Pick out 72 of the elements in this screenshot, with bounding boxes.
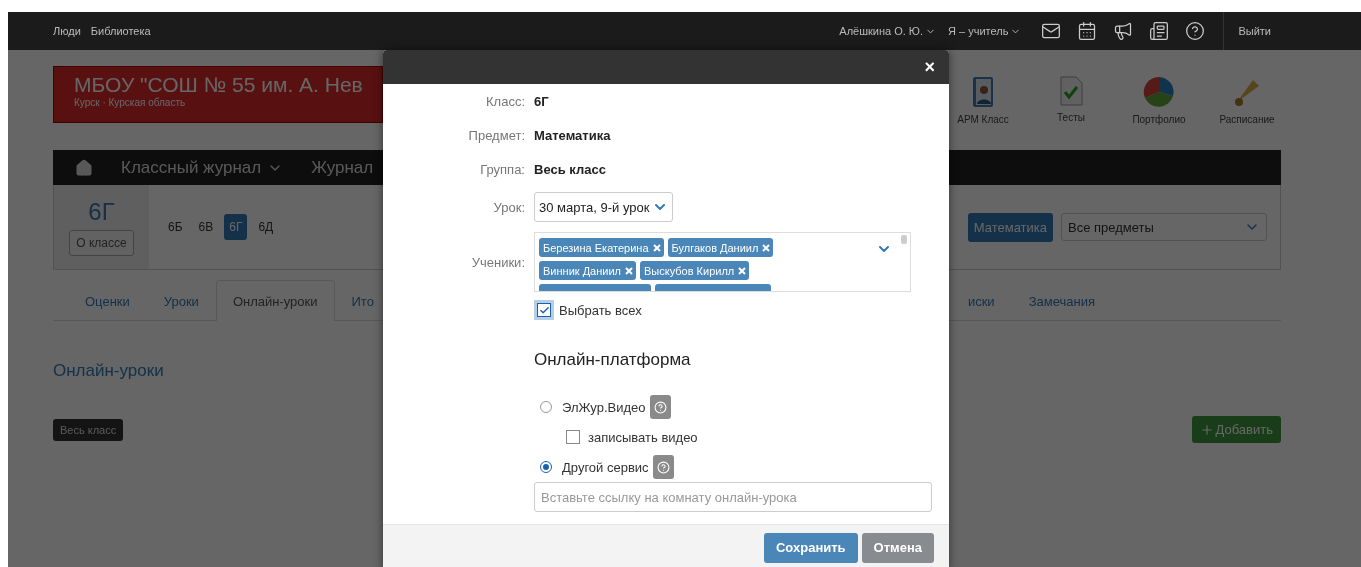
platform-radio[interactable]: Другой сервис: [540, 452, 949, 482]
lesson-select[interactable]: 30 марта, 9-й урок: [534, 192, 674, 222]
pie-chart-icon: [1143, 75, 1175, 108]
platform-radio[interactable]: ЭлЖур.Видео: [540, 392, 949, 422]
app-link[interactable]: Расписание: [1203, 75, 1291, 125]
mail-icon[interactable]: [1041, 21, 1062, 41]
class-button[interactable]: 6Д: [253, 214, 279, 240]
check-icon: [538, 304, 550, 316]
newspaper-icon[interactable]: [1149, 21, 1170, 41]
calendar-icon[interactable]: [1077, 21, 1098, 41]
question-icon: [656, 460, 670, 474]
room-link-field[interactable]: Вставьте ссылку на комнату онлайн-урока: [534, 482, 932, 512]
field-value: 6Г: [534, 93, 549, 109]
nav-link[interactable]: Библиотека: [90, 25, 151, 37]
tab[interactable]: иски: [950, 280, 1012, 321]
class-button[interactable]: 6Б: [163, 214, 188, 240]
select-all-checkbox[interactable]: Выбрать всех: [534, 296, 642, 324]
tab[interactable]: Онлайн-уроки: [215, 280, 335, 321]
help-icon[interactable]: [1185, 21, 1206, 41]
field-label: Урок:: [492, 198, 525, 217]
question-icon: [653, 400, 667, 414]
student-tag: Березина Екатерина: [539, 238, 664, 257]
field-label: Группа:: [479, 160, 525, 179]
breadcrumb-item[interactable]: Журнал: [311, 157, 374, 178]
subject-button[interactable]: Математика: [967, 212, 1053, 242]
user-menu[interactable]: Алёшкина О. Ю.: [839, 25, 937, 37]
save-button[interactable]: Сохранить: [763, 532, 858, 563]
remove-icon[interactable]: [625, 266, 633, 275]
home-icon[interactable]: [75, 158, 93, 177]
tab[interactable]: Уроки: [146, 280, 216, 321]
tab[interactable]: Замечания: [1011, 280, 1112, 321]
field-value: Весь класс: [534, 161, 606, 177]
plus-icon: [1199, 422, 1214, 437]
field-value: Математика: [534, 127, 611, 143]
close-button[interactable]: ×: [920, 56, 939, 78]
student-tag: Выскубов Кирилл: [640, 261, 750, 280]
nav-link[interactable]: Люди: [53, 25, 81, 37]
help-button[interactable]: [649, 395, 671, 419]
subject-select[interactable]: Все предметы: [1061, 213, 1267, 241]
class-button[interactable]: 6Г: [224, 214, 248, 240]
app-link[interactable]: Тесты: [1027, 75, 1115, 125]
field-label: Предмет:: [467, 126, 525, 145]
megaphone-icon[interactable]: [1113, 21, 1134, 41]
breadcrumb-item[interactable]: Классный журнал: [121, 157, 284, 178]
section-title: Онлайн-уроки: [53, 361, 164, 381]
remove-icon[interactable]: [652, 243, 661, 252]
role-menu[interactable]: Я – учитель: [948, 25, 1022, 37]
notebook-person-icon: [972, 75, 994, 108]
remove-icon[interactable]: [738, 266, 747, 275]
field-label: Ученики:: [470, 253, 525, 272]
logout-link[interactable]: Выйти: [1238, 25, 1271, 37]
scrollbar-thumb[interactable]: [901, 235, 907, 244]
class-button[interactable]: 6В: [193, 214, 219, 240]
platform-heading: Онлайн-платформа: [534, 349, 692, 371]
cancel-button[interactable]: Отмена: [861, 532, 934, 563]
group-button[interactable]: Весь класс: [53, 418, 124, 441]
about-class-button[interactable]: О классе: [69, 230, 134, 256]
student-tag: Винник Даниил: [539, 261, 636, 280]
school-location: Курск · Курская область: [74, 96, 187, 108]
record-video-checkbox[interactable]: записывать видео: [540, 422, 949, 452]
students-select[interactable]: Березина Екатерина Булгаков Даниил Винник Даниил Выскубов Кирилл: [534, 232, 911, 292]
app-link[interactable]: АРМ Класс: [939, 75, 1027, 125]
remove-icon[interactable]: [762, 243, 771, 252]
add-button[interactable]: Добавить: [1191, 416, 1281, 443]
app-link[interactable]: Портфолио: [1115, 75, 1203, 125]
field-label: Класс:: [485, 92, 525, 111]
current-class: 6Г: [88, 198, 115, 226]
school-name: МБОУ "СОШ № 55 им. А. Нев: [74, 72, 364, 97]
check-document-icon: [1059, 75, 1083, 106]
help-button[interactable]: [652, 455, 674, 479]
student-tag: Булгаков Даниил: [667, 238, 774, 257]
tab[interactable]: Оценки: [68, 280, 147, 321]
